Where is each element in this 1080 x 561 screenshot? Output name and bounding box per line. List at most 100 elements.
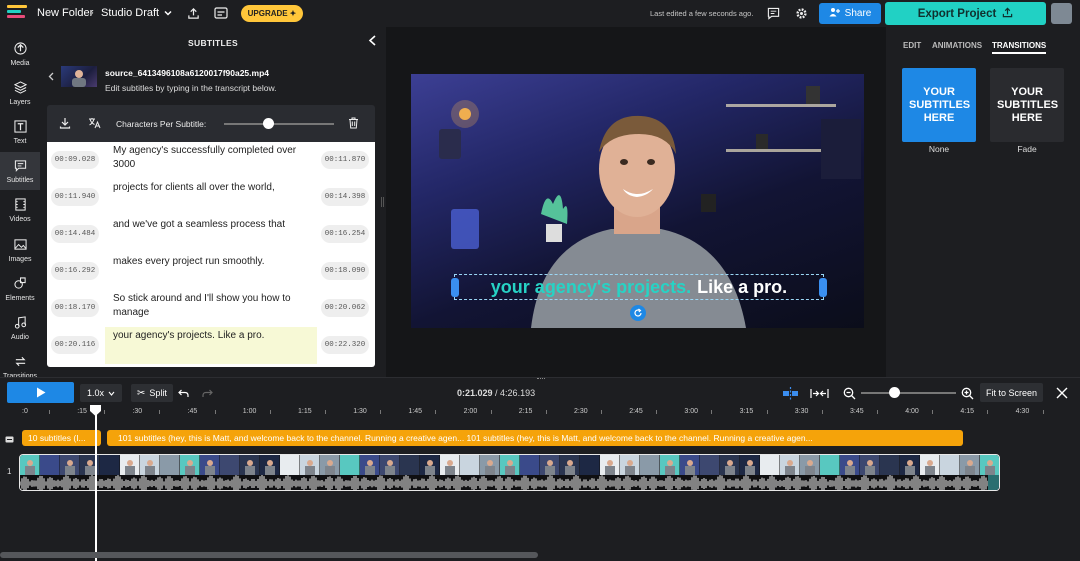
tab-transitions[interactable]: TRANSITIONS [992,41,1047,54]
back-chevron-icon[interactable] [46,71,56,81]
speed-value: 1.0x [87,388,105,398]
zoom-out-icon[interactable] [841,385,857,401]
ruler-minor-tick [545,410,547,414]
comments-icon[interactable] [765,5,781,21]
last-edited-status: Last edited a few seconds ago. [650,9,754,18]
subtitle-text-field[interactable]: My agency's successfully completed over … [105,142,317,179]
media-icon [13,41,27,57]
sidebar-item-images[interactable]: Images [0,231,40,269]
ruler-tick-label: 4:30 [1015,408,1030,415]
tab-animations[interactable]: ANIMATIONS [932,41,982,50]
caption-overlay[interactable]: your agency's projects. Like a pro. [451,274,827,300]
close-icon[interactable] [1054,385,1070,401]
zoom-slider[interactable] [861,392,956,394]
undo-icon[interactable] [176,386,190,400]
ruler-minor-tick [104,410,106,414]
sidebar-item-label: Images [8,255,32,263]
sidebar-item-text[interactable]: Text [0,113,40,151]
transition-fade-card[interactable]: YOUR SUBTITLES HERE [990,68,1064,142]
timeline-scrollbar[interactable] [0,552,538,558]
subtitle-row: 00:18.170 So stick around and I'll show y… [47,290,375,327]
start-timestamp[interactable]: 00:14.484 [51,225,99,243]
start-timestamp[interactable]: 00:20.116 [51,336,99,354]
sidebar-item-label: Audio [11,333,29,341]
redo-icon[interactable] [200,386,214,400]
subtitle-clip[interactable]: 10 subtitles (I... [22,430,101,446]
subtitle-text-field[interactable]: projects for clients all over the world, [105,179,317,216]
chevron-down-icon[interactable] [161,6,175,20]
upload-icon[interactable] [185,5,201,21]
kapwing-logo-icon[interactable] [7,5,29,21]
captions-icon[interactable] [213,5,229,21]
subtitle-text-field[interactable]: So stick around and I'll show you how to… [105,290,317,327]
panel-resize-handle[interactable] [381,197,384,207]
breadcrumb-folder[interactable]: New Folder [37,7,93,19]
start-timestamp[interactable]: 00:09.028 [51,151,99,169]
ruler-minor-tick [601,410,602,414]
subtitle-text-field[interactable]: makes every project run smoothly. [105,253,317,290]
sidebar-item-subtitles[interactable]: Subtitles [0,152,40,190]
avatar[interactable] [1051,3,1072,24]
collapse-panel-icon[interactable] [365,33,379,47]
upgrade-button[interactable]: UPGRADE ✦ [241,5,303,22]
top-bar: New Folder › Studio Draft UPGRADE ✦ Last… [0,0,1080,27]
caption-resize-handle-left[interactable] [451,278,459,297]
audio-icon [14,315,27,331]
tab-edit[interactable]: EDIT [903,41,921,50]
upgrade-label: UPGRADE [247,9,288,18]
download-icon[interactable] [57,115,73,131]
sidebar-item-audio[interactable]: Audio [0,309,40,347]
start-timestamp[interactable]: 00:11.940 [51,188,99,206]
end-timestamp[interactable]: 00:14.398 [321,188,369,206]
chars-slider-handle[interactable] [262,118,274,129]
play-button[interactable] [7,382,74,403]
start-timestamp[interactable]: 00:16.292 [51,262,99,280]
images-icon [13,238,27,253]
export-label: Export Project [917,7,997,20]
ruler-minor-tick [877,410,878,414]
share-button[interactable]: Share [819,3,881,24]
magnet-snap-icon[interactable] [781,385,799,401]
ruler-minor-tick [159,410,161,414]
end-timestamp[interactable]: 00:22.320 [321,336,369,354]
zoom-slider-handle[interactable] [888,387,900,398]
split-button[interactable]: ✂ Split [131,384,173,402]
chars-per-subtitle-slider[interactable] [224,123,334,125]
fit-tracks-icon[interactable] [809,385,829,401]
subtitle-clip[interactable]: 101 subtitles (hey, this is Matt, and we… [107,430,963,446]
start-timestamp[interactable]: 00:18.170 [51,299,99,317]
video-clip[interactable] [19,454,1000,491]
gear-icon[interactable] [793,5,809,21]
rotate-icon[interactable] [630,305,646,321]
translate-icon[interactable] [86,115,102,131]
ruler-tick-label: :45 [187,408,198,415]
subtitle-toolbar: Characters Per Subtitle: [47,105,375,142]
fit-to-screen-button[interactable]: Fit to Screen [980,383,1044,402]
ruler-tick-label: 2:00 [463,408,478,415]
subtitle-text-field[interactable]: and we've got a seamless process that [105,216,317,253]
sidebar-item-media[interactable]: Media [0,35,40,73]
playhead[interactable] [90,405,101,561]
ruler-minor-tick [214,410,216,414]
transition-none-card[interactable]: YOUR SUBTITLES HERE [902,68,976,142]
transition-preview-text: YOUR SUBTITLES HERE [909,85,971,124]
sidebar-item-layers[interactable]: Layers [0,74,40,112]
end-timestamp[interactable]: 00:18.090 [321,262,369,280]
end-timestamp[interactable]: 00:16.254 [321,225,369,243]
end-timestamp[interactable]: 00:11.870 [321,151,369,169]
subtitle-text-field[interactable]: your agency's projects. Like a pro. [105,327,317,364]
trash-icon[interactable] [345,115,361,131]
zoom-in-icon[interactable] [959,385,975,401]
layers-icon [13,80,27,96]
export-project-button[interactable]: Export Project [885,2,1046,25]
playback-speed-select[interactable]: 1.0x [80,384,123,402]
sidebar-item-videos[interactable]: Videos [0,191,40,229]
project-title[interactable]: Studio Draft [101,7,159,19]
timeline-resize-handle[interactable] [537,378,545,381]
end-timestamp[interactable]: 00:20.062 [321,299,369,317]
caption-resize-handle-right[interactable] [819,278,827,297]
time-ruler[interactable]: :0:15:30:45 1:00 1:15 1:30 1:45 2:00 2:15 2:30 2… [0,406,1080,420]
video-canvas[interactable]: your agency's projects. Like a pro. [411,74,864,328]
sidebar-item-elements[interactable]: Elements [0,270,40,308]
ruler-minor-tick [711,410,713,414]
